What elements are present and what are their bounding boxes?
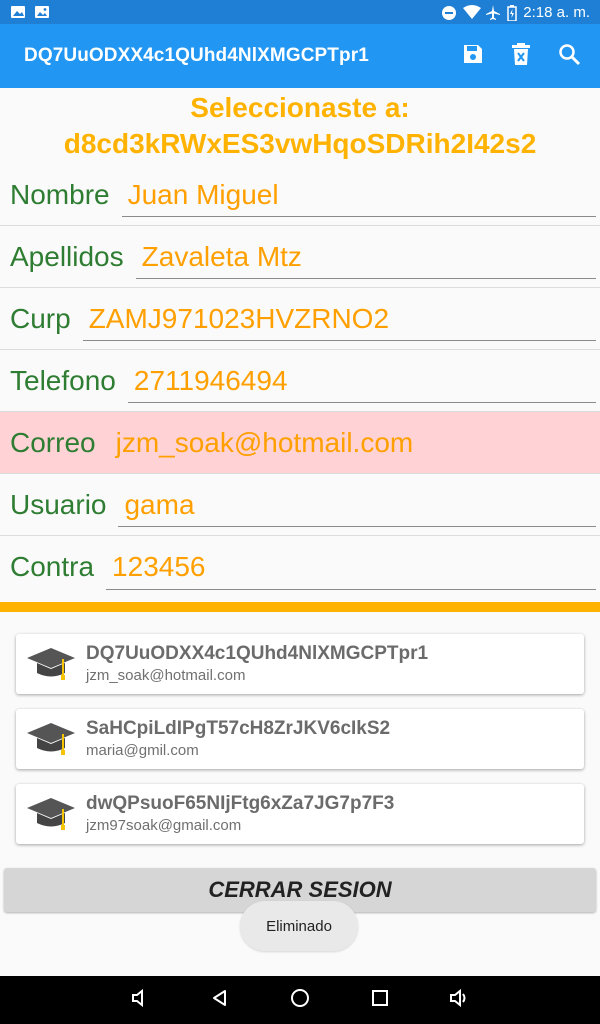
battery-icon <box>507 5 518 22</box>
graduation-cap-icon <box>24 717 78 761</box>
save-icon <box>461 42 485 71</box>
nombre-field[interactable]: Juan Miguel <box>121 164 596 225</box>
search-icon <box>557 42 581 71</box>
gallery-icon <box>10 5 26 19</box>
form-row-telefono: Telefono 2711946494 <box>0 350 600 412</box>
do-not-disturb-icon <box>441 5 457 20</box>
field-underline <box>118 526 596 527</box>
app-title: DQ7UuODXX4c1QUhd4NlXMGCPTpr1 <box>24 45 369 66</box>
app-bar: DQ7UuODXX4c1QUhd4NlXMGCPTpr1 <box>0 24 600 88</box>
field-underline <box>106 589 596 590</box>
usuario-label: Usuario <box>10 488 107 520</box>
nombre-label: Nombre <box>10 178 110 210</box>
user-card[interactable]: DQ7UuODXX4c1QUhd4NlXMGCPTpr1 jzm_soak@ho… <box>16 634 584 694</box>
apellidos-value: Zavaleta Mtz <box>141 240 302 272</box>
telefono-value: 2711946494 <box>133 364 288 396</box>
form-row-curp: Curp ZAMJ971023HVZRNO2 <box>0 288 600 350</box>
form-row-usuario: Usuario gama <box>0 474 600 536</box>
status-time: 2:18 a. m. <box>523 3 590 21</box>
card-email: jzm_soak@hotmail.com <box>86 667 246 684</box>
recents-icon <box>370 988 390 1013</box>
volume-down-icon <box>130 988 150 1013</box>
status-bar: 2:18 a. m. <box>0 0 600 24</box>
contra-field[interactable]: 123456 <box>106 536 596 598</box>
volume-up-button[interactable] <box>420 976 500 1024</box>
field-underline <box>135 278 596 279</box>
contra-label: Contra <box>10 551 95 582</box>
card-title: SaHCpiLdIPgT57cH8ZrJKV6cIkS2 <box>86 718 391 739</box>
delete-button[interactable] <box>508 42 534 71</box>
apellidos-label: Apellidos <box>10 240 124 272</box>
selected-block: Seleccionaste a: d8cd3kRWxES3vwHqoSDRih2… <box>0 90 600 162</box>
save-button[interactable] <box>460 43 486 69</box>
card-title: DQ7UuODXX4c1QUhd4NlXMGCPTpr1 <box>86 643 429 664</box>
volume-down-button[interactable] <box>100 976 180 1024</box>
user-form: Nombre Juan Miguel Apellidos Zavaleta Mt… <box>0 164 600 598</box>
field-underline <box>82 340 596 341</box>
field-underline <box>127 402 596 403</box>
navigation-bar <box>0 976 600 1024</box>
apellidos-field[interactable]: Zavaleta Mtz <box>135 226 596 287</box>
usuario-field[interactable]: gama <box>118 474 596 535</box>
telefono-label: Telefono <box>10 364 116 396</box>
telefono-field[interactable]: 2711946494 <box>127 350 596 411</box>
back-button[interactable] <box>180 976 260 1024</box>
home-icon <box>289 987 311 1014</box>
volume-up-icon <box>449 988 471 1013</box>
curp-value: ZAMJ971023HVZRNO2 <box>88 302 390 334</box>
curp-field[interactable]: ZAMJ971023HVZRNO2 <box>82 288 596 349</box>
card-title: dwQPsuoF65NIjFtg6xZa7JG7p7F3 <box>86 793 395 814</box>
selected-id: d8cd3kRWxES3vwHqoSDRih2I42s2 <box>63 128 537 159</box>
curp-label: Curp <box>10 302 71 334</box>
field-underline <box>121 216 596 217</box>
card-email: maria@gmil.com <box>86 742 199 759</box>
wifi-icon <box>463 5 482 19</box>
form-row-apellidos: Apellidos Zavaleta Mtz <box>0 226 600 288</box>
toast-message: Eliminado <box>240 901 358 951</box>
correo-label: Correo <box>10 426 96 458</box>
delete-icon <box>510 42 532 71</box>
user-card[interactable]: SaHCpiLdIPgT57cH8ZrJKV6cIkS2 maria@gmil.… <box>16 709 584 769</box>
recents-button[interactable] <box>340 976 420 1024</box>
form-row-correo: Correo jzm_soak@hotmail.com <box>0 412 600 474</box>
usuario-value: gama <box>124 488 195 520</box>
card-email: jzm97soak@gmail.com <box>86 817 242 834</box>
form-row-nombre: Nombre Juan Miguel <box>0 164 600 226</box>
form-row-contra: Contra 123456 <box>0 536 600 598</box>
section-divider <box>0 602 600 612</box>
home-button[interactable] <box>260 976 340 1024</box>
correo-field[interactable]: jzm_soak@hotmail.com <box>110 412 600 473</box>
back-icon <box>210 988 230 1013</box>
correo-value: jzm_soak@hotmail.com <box>115 426 414 458</box>
airplane-icon <box>485 5 501 20</box>
contra-value: 123456 <box>112 551 206 582</box>
graduation-cap-icon <box>24 792 78 836</box>
graduation-cap-icon <box>24 642 78 686</box>
nombre-value: Juan Miguel <box>127 178 279 210</box>
selected-heading: Seleccionaste a: <box>190 92 410 123</box>
user-card[interactable]: dwQPsuoF65NIjFtg6xZa7JG7p7F3 jzm97soak@g… <box>16 784 584 844</box>
search-button[interactable] <box>556 43 582 69</box>
image-icon <box>34 5 50 19</box>
